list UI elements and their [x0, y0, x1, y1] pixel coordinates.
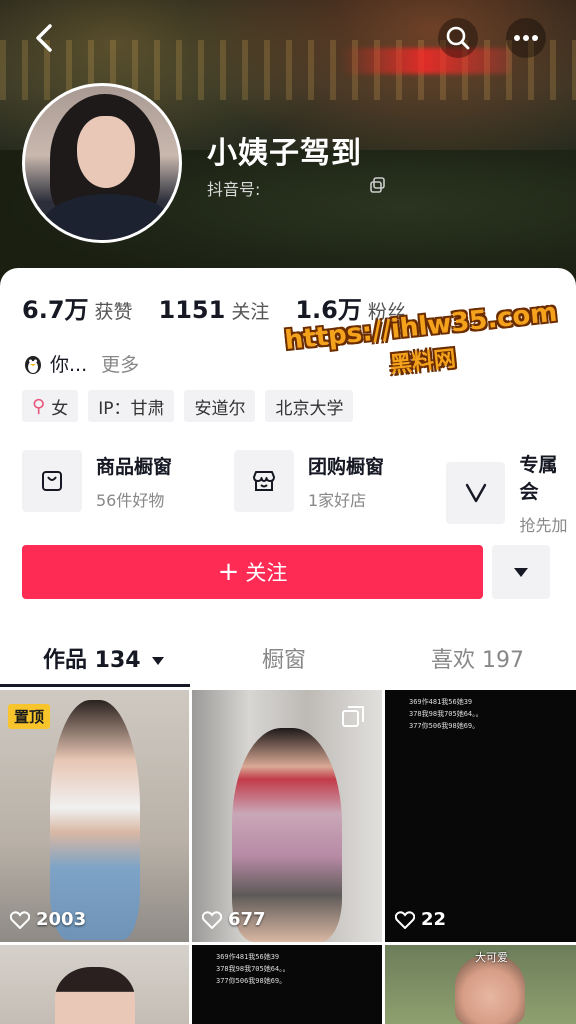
content-tabs: 作品 134 橱窗 喜欢 197 [0, 630, 576, 686]
video-item[interactable]: 677 [192, 690, 382, 942]
shop-item-products-iconbox [22, 450, 82, 512]
shop-item-groupbuy-title: 团购橱窗 [308, 455, 385, 478]
stat-likes-num: 6.7万 [22, 296, 89, 324]
video-likes-count: 677 [228, 909, 266, 930]
tag-gender-label: 女 [51, 398, 69, 419]
tab-works[interactable]: 作品 134 [43, 642, 165, 674]
video-item[interactable] [0, 945, 189, 1024]
heart-icon [10, 910, 30, 929]
v-icon [465, 483, 486, 503]
shop-item-products-sub: 56件好物 [96, 490, 165, 510]
store-icon [253, 471, 275, 491]
video-likes: 22 [395, 909, 446, 930]
tab-showcase[interactable]: 橱窗 [262, 642, 306, 674]
profile-tags: ⚲ 女 IP：甘肃 安道尔 北京大学 [22, 390, 363, 422]
bag-icon [42, 471, 62, 491]
shop-item-groupbuy-iconbox [234, 450, 294, 512]
follow-label: 关注 [245, 561, 288, 585]
video-likes-count: 22 [421, 909, 447, 930]
tag-school: 北京大学 [265, 390, 354, 422]
stat-following-num: 1151 [158, 296, 226, 324]
tab-active-underline [0, 684, 190, 687]
tag-gender: ⚲ 女 [22, 390, 79, 422]
douyin-id-label: 抖音号: [207, 180, 261, 199]
shop-item-exclusive-title: 专属会 [519, 454, 558, 503]
video-likes-count: 2003 [36, 909, 87, 930]
stat-likes[interactable]: 6.7万 获赞 [22, 290, 133, 325]
multi-image-icon [342, 706, 364, 727]
plus-icon: + [217, 557, 240, 587]
video-grid: 置顶 2003 677 369作481我56她39 378我98我705她64。… [0, 690, 576, 1024]
tab-works-label: 作品 134 [43, 648, 141, 673]
stat-following[interactable]: 1151 关注 [159, 296, 270, 324]
video-item[interactable]: 369作481我56她39 378我98我705她64。。 377你506我98… [385, 690, 576, 942]
stat-following-label: 关注 [231, 301, 270, 323]
video-item[interactable]: 置顶 2003 [0, 690, 189, 942]
more-dots-icon [514, 35, 538, 41]
heart-icon [395, 910, 415, 929]
search-button[interactable] [438, 18, 478, 58]
shop-item-products[interactable]: 商品橱窗 56件好物 [22, 450, 172, 512]
shop-item-exclusive[interactable]: 专属会 抢先加 [446, 450, 576, 536]
bio-more-link[interactable]: 更多 [101, 350, 139, 377]
nickname: 小姨子驾到 [207, 136, 362, 171]
video-overlay-text: 369作481我56她39 378我98我705她64。。 377你506我98… [409, 698, 483, 730]
caret-down-icon [152, 657, 165, 665]
shop-item-groupbuy-sub: 1家好店 [308, 490, 367, 510]
caret-down-icon [514, 567, 528, 577]
bio-text: 你... [50, 354, 88, 376]
pinned-badge: 置顶 [8, 704, 51, 729]
tag-location: 安道尔 [184, 390, 256, 422]
cover-red-bridge [340, 48, 510, 74]
search-icon [446, 26, 470, 50]
video-item[interactable]: 369作481我56她39 378我98我705她64。。 377你506我98… [192, 945, 382, 1024]
video-likes: 677 [202, 909, 266, 930]
tab-liked[interactable]: 喜欢 197 [431, 642, 524, 674]
video-overlay-text: 369作481我56她39 378我98我705她64。。 377你506我98… [216, 953, 290, 985]
follow-button[interactable]: + 关注 [22, 545, 483, 599]
copy-icon[interactable] [370, 177, 386, 193]
shop-item-groupbuy[interactable]: 团购橱窗 1家好店 [234, 450, 384, 512]
shop-item-products-title: 商品橱窗 [96, 455, 173, 478]
video-item[interactable]: 大可爱 [385, 945, 576, 1024]
avatar[interactable] [22, 83, 182, 243]
shop-item-exclusive-sub: 抢先加 [519, 516, 568, 535]
tag-ip: IP：甘肃 [88, 390, 175, 422]
video-likes: 2003 [10, 909, 86, 930]
back-button[interactable] [24, 18, 64, 58]
more-button[interactable] [506, 18, 546, 58]
back-chevron-icon [36, 24, 52, 52]
video-caption: 大可爱 [475, 951, 508, 964]
female-icon: ⚲ [32, 395, 46, 417]
shop-item-exclusive-iconbox [446, 462, 506, 524]
stat-likes-label: 获赞 [94, 301, 133, 323]
recommend-dropdown-button[interactable] [492, 545, 550, 599]
bio[interactable]: 你... 更多 [22, 350, 139, 377]
heart-icon [202, 910, 222, 929]
penguin-icon [25, 355, 41, 374]
